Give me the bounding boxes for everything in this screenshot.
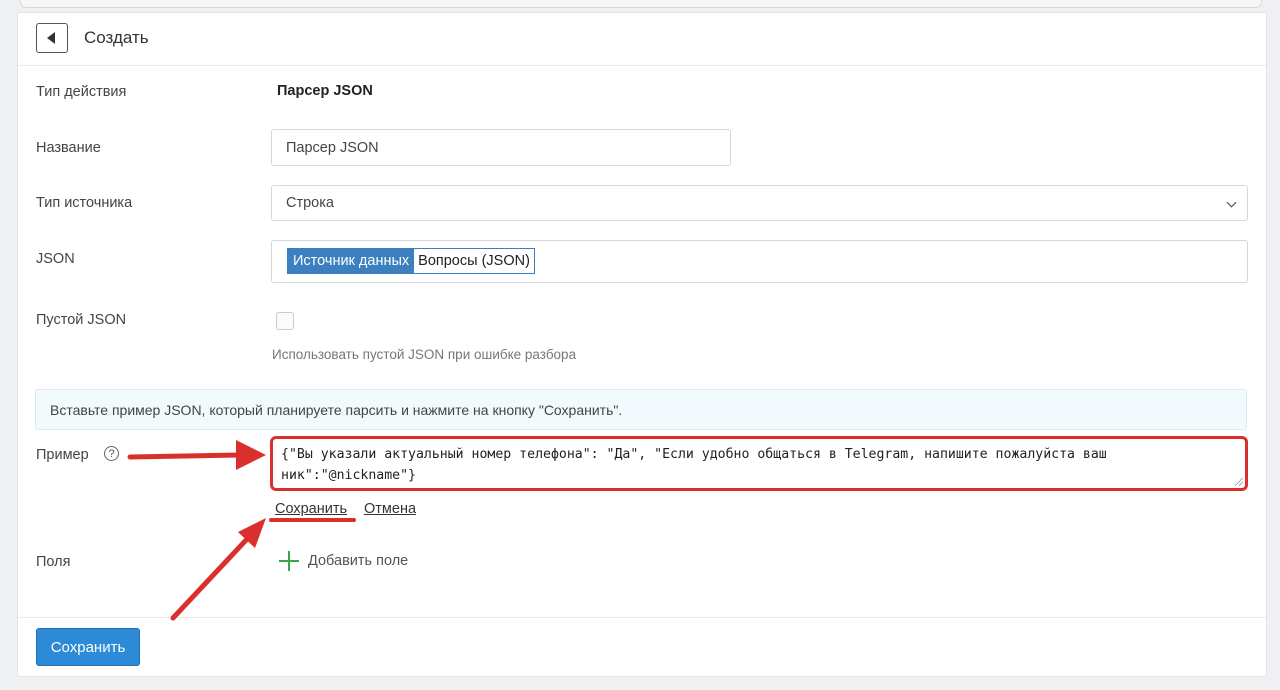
name-label: Название [36, 140, 101, 156]
top-panel-edge [20, 0, 1262, 8]
form-header: Создать [18, 13, 1266, 66]
info-box: Вставьте пример JSON, который планируете… [35, 389, 1247, 430]
example-label: Пример [36, 447, 89, 463]
annotation-underline [269, 518, 356, 522]
resize-handle-icon[interactable] [1235, 478, 1243, 486]
json-input[interactable]: Источник данных Вопросы (JSON) [271, 240, 1248, 283]
add-field-button[interactable]: Добавить поле [308, 553, 408, 569]
tag-key: Источник данных [288, 249, 415, 273]
json-label: JSON [36, 251, 75, 267]
empty-json-label: Пустой JSON [36, 312, 127, 328]
plus-icon[interactable] [279, 551, 299, 571]
help-icon[interactable]: ? [104, 446, 119, 461]
source-type-label: Тип источника [36, 195, 133, 211]
source-type-value: Строка [286, 195, 334, 211]
source-type-select[interactable]: Строка [271, 185, 1248, 221]
empty-json-hint: Использовать пустой JSON при ошибке разб… [272, 347, 577, 362]
fields-label: Поля [36, 554, 71, 570]
example-textarea-value: {"Вы указали актуальный номер телефона":… [281, 447, 1107, 483]
save-button[interactable]: Сохранить [36, 628, 140, 666]
action-type-value: Парсер JSON [277, 83, 373, 99]
example-cancel-link[interactable]: Отмена [364, 501, 416, 517]
create-form-card: Создать Тип действия Парсер JSON Названи… [17, 12, 1267, 677]
action-type-label: Тип действия [36, 84, 127, 100]
page-title: Создать [84, 28, 149, 47]
tag-value: Вопросы (JSON) [414, 249, 534, 273]
example-save-link[interactable]: Сохранить [275, 501, 347, 517]
example-textarea[interactable]: {"Вы указали актуальный номер телефона":… [270, 436, 1248, 491]
info-text: Вставьте пример JSON, который планируете… [50, 401, 623, 418]
empty-json-checkbox[interactable] [276, 312, 294, 330]
footer-divider [18, 617, 1266, 618]
name-input[interactable]: Парсер JSON [271, 129, 731, 166]
data-source-tag[interactable]: Источник данных Вопросы (JSON) [287, 248, 535, 274]
name-input-value: Парсер JSON [286, 139, 379, 156]
chevron-down-icon [1226, 197, 1237, 208]
back-button[interactable] [36, 23, 68, 53]
back-arrow-icon [47, 32, 55, 44]
